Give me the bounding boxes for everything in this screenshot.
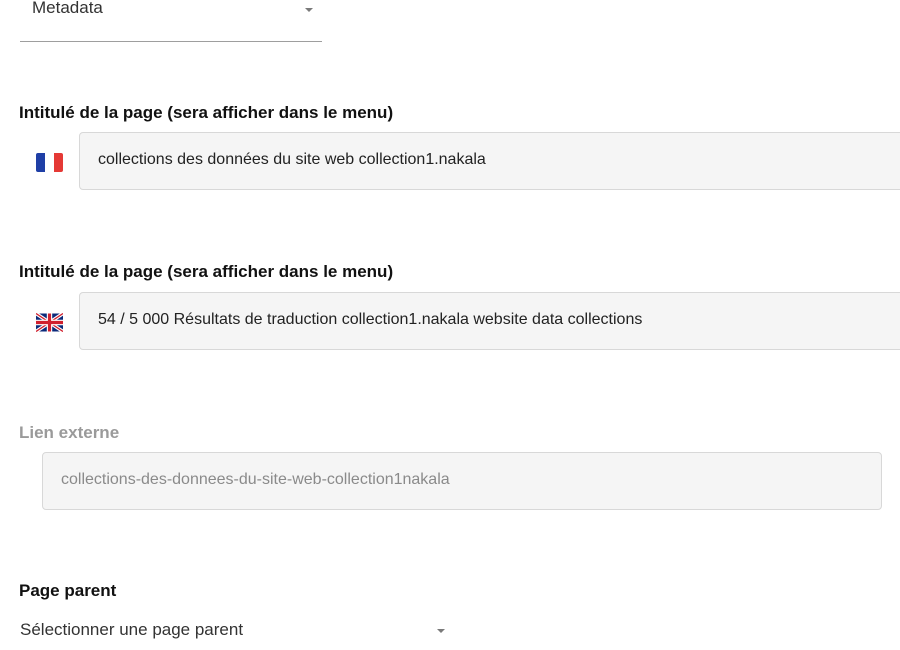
flag-uk-icon [35,312,63,332]
flag-france-icon [35,152,63,172]
parent-page-select[interactable]: Sélectionner une page parent [20,612,460,646]
title-fr-input[interactable]: collections des données du site web coll… [79,132,900,190]
parent-page-label: Page parent [19,581,117,600]
title-fr-label: Intitulé de la page (sera afficher dans … [19,103,394,122]
metadata-select[interactable]: Metadata [20,0,322,42]
flag-france-cell [19,132,79,192]
page-form: Metadata Intitulé de la page (sera affic… [0,0,900,650]
metadata-select-value: Metadata [32,0,103,17]
external-link-input: collections-des-donnees-du-site-web-coll… [42,452,882,510]
title-fr-value: collections des données du site web coll… [98,151,486,168]
parent-page-placeholder: Sélectionner une page parent [20,620,244,639]
external-link-value: collections-des-donnees-du-site-web-coll… [61,471,450,488]
flag-uk-cell [19,292,79,352]
external-link-label: Lien externe [19,423,120,442]
title-en-label: Intitulé de la page (sera afficher dans … [19,262,394,281]
title-en-value: 54 / 5 000 Résultats de traduction colle… [98,311,643,328]
title-en-input[interactable]: 54 / 5 000 Résultats de traduction colle… [79,292,900,350]
dropdown-caret-icon [305,8,313,12]
dropdown-caret-icon [437,629,445,633]
